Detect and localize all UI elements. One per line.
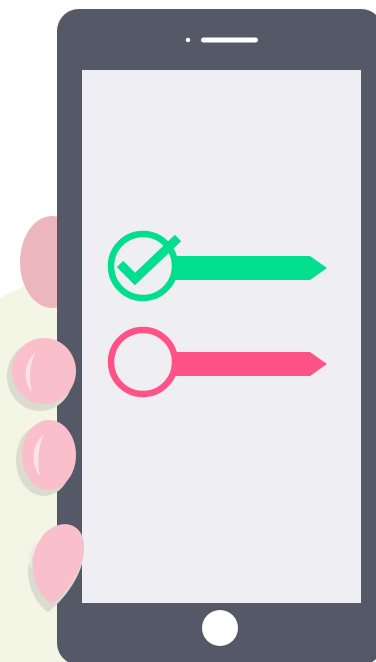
finger-front <box>12 338 76 404</box>
progress-bar-green <box>160 256 327 280</box>
finger-front <box>22 420 76 490</box>
empty-circle-icon <box>107 326 179 398</box>
progress-bar-pink <box>160 352 327 376</box>
home-button-icon[interactable] <box>202 610 238 646</box>
phone-checklist-illustration <box>0 9 376 662</box>
speaker-icon <box>201 37 258 43</box>
camera-dot <box>185 37 191 43</box>
